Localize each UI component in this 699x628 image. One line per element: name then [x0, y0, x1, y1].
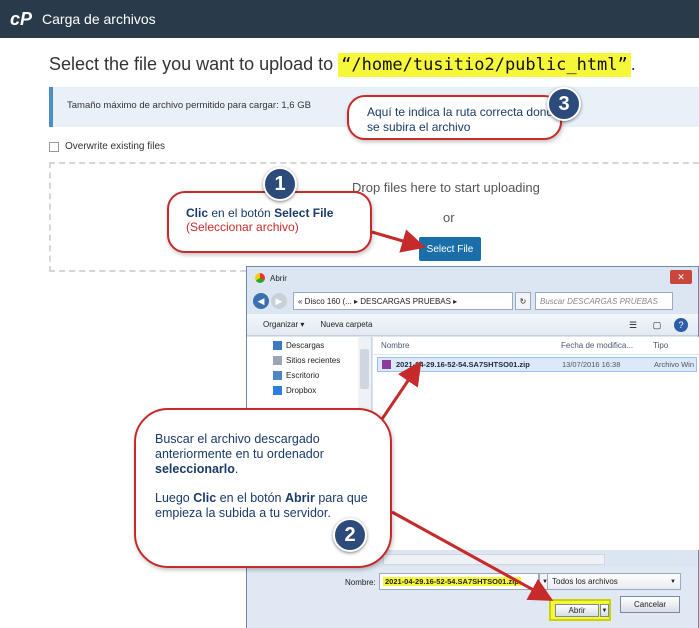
scroll-thumb[interactable] — [360, 349, 369, 389]
nav-item-descargas[interactable]: Descargas — [273, 341, 324, 350]
dialog-title: Abrir — [270, 273, 287, 283]
search-input[interactable]: Buscar DESCARGAS PRUEBAS — [535, 292, 673, 310]
file-type-filter[interactable]: Todos los archivos ▼ — [547, 573, 681, 590]
dropbox-icon — [273, 386, 282, 395]
chrome-icon — [255, 273, 265, 283]
callout-3-text: Aquí te indica la ruta correcta donde se… — [367, 105, 560, 134]
address-row: ◀ ▶ « Disco 160 (... ▸ DESCARGAS PRUEBAS… — [253, 291, 693, 311]
page-title: Carga de archivos — [42, 11, 156, 27]
file-name: 2021-04-29.16-52-54.SA7SHTSO01.zip — [396, 360, 530, 369]
cancel-button[interactable]: Cancelar — [620, 596, 680, 613]
winzip-file-icon — [382, 360, 391, 369]
column-headers: Nombre Fecha de modifica... Tipo — [373, 337, 699, 355]
step-3-badge: 3 — [547, 87, 581, 121]
page: cP Carga de archivos Select the file you… — [0, 0, 699, 628]
nav-item-label: Sitios recientes — [286, 356, 341, 365]
view-options-icon[interactable]: ☰ — [626, 318, 640, 332]
filter-value: Todos los archivos — [552, 577, 618, 586]
callout-2-p2d: Abrir — [284, 491, 315, 505]
max-size-text: Tamaño máximo de archivo permitido para … — [67, 100, 311, 111]
file-row[interactable]: 2021-04-29.16-52-54.SA7SHTSO01.zip 13/07… — [377, 357, 697, 372]
callout-1-sub: (Seleccionar archivo) — [186, 220, 299, 234]
column-type[interactable]: Tipo — [653, 341, 668, 350]
dialog-toolbar: Organizar ▾ Nueva carpeta ☰ ▢ ? — [247, 314, 698, 336]
organize-button[interactable]: Organizar ▾ — [263, 320, 304, 329]
address-path: « Disco 160 (... ▸ DESCARGAS PRUEBAS ▸ — [298, 296, 458, 306]
callout-2-p1a: Buscar el archivo descargado anteriormen… — [155, 432, 324, 461]
callout-2-p1b: seleccionarlo — [155, 462, 235, 476]
desktop-icon — [273, 371, 282, 380]
recent-places-icon — [273, 356, 282, 365]
upload-heading: Select the file you want to upload to “/… — [49, 53, 636, 77]
step-2-badge: 2 — [333, 518, 367, 552]
or-text: or — [443, 210, 455, 225]
file-date: 13/07/2016 16:38 — [562, 360, 621, 369]
cpanel-logo: cP — [10, 8, 33, 29]
callout-2-p2a: Luego — [155, 491, 194, 505]
view-controls: ☰ ▢ ? — [626, 318, 688, 332]
overwrite-label: Overwrite existing files — [65, 141, 166, 152]
overwrite-option[interactable]: Overwrite existing files — [49, 141, 165, 152]
address-bar[interactable]: « Disco 160 (... ▸ DESCARGAS PRUEBAS ▸ — [293, 292, 513, 310]
callout-2-p2b: Clic — [193, 491, 217, 505]
close-icon[interactable]: ✕ — [670, 270, 692, 284]
chevron-down-icon: ▼ — [670, 578, 676, 585]
forward-icon[interactable]: ▶ — [271, 293, 287, 309]
open-options-arrow[interactable]: ▼ — [600, 604, 609, 617]
search-placeholder: Buscar DESCARGAS PRUEBAS — [540, 296, 658, 306]
callout-path-info: Aquí te indica la ruta correcta donde se… — [347, 95, 562, 140]
callout-1-mid: en el botón — [208, 206, 275, 220]
nav-item-label: Descargas — [286, 341, 325, 350]
new-folder-button[interactable]: Nueva carpeta — [320, 320, 372, 329]
column-name[interactable]: Nombre — [381, 341, 409, 350]
preview-pane-icon[interactable]: ▢ — [650, 318, 664, 332]
callout-select-file: Clic en el botón Select File (Selecciona… — [167, 191, 372, 253]
nav-item-sitios-recientes[interactable]: Sitios recientes — [273, 356, 340, 365]
column-date[interactable]: Fecha de modifica... — [561, 341, 633, 350]
callout-1-clic: Clic — [186, 206, 209, 220]
help-icon[interactable]: ? — [674, 318, 688, 332]
heading-suffix: . — [630, 54, 636, 74]
drop-zone[interactable] — [49, 162, 699, 272]
file-type: Archivo WinZip — [654, 360, 694, 369]
dialog-footer: Nombre: 2021-04-29.16-52-54.SA7SHTSO01.z… — [247, 567, 698, 628]
download-folder-icon — [273, 341, 282, 350]
drop-text: Drop files here to start uploading — [352, 180, 540, 195]
back-icon[interactable]: ◀ — [253, 293, 269, 309]
select-file-button[interactable]: Select File — [419, 237, 481, 261]
callout-2-p1c: . — [234, 462, 239, 476]
nav-item-label: Dropbox — [286, 386, 317, 395]
nav-item-escritorio[interactable]: Escritorio — [273, 371, 319, 380]
file-name-value: 2021-04-29.16-52-54.SA7SHTSO01.zip — [383, 577, 521, 586]
nav-item-dropbox[interactable]: Dropbox — [273, 386, 316, 395]
step-1-badge: 1 — [263, 167, 297, 201]
heading-prefix: Select the file you want to upload to — [49, 54, 339, 74]
file-list: Nombre Fecha de modifica... Tipo 2021-04… — [373, 337, 699, 550]
top-bar: cP Carga de archivos — [0, 0, 699, 38]
file-hscrollbar[interactable] — [383, 554, 605, 565]
refresh-icon[interactable]: ↻ — [515, 292, 531, 310]
callout-2-p2c: en el botón — [216, 491, 285, 505]
upload-path: “/home/tusitio2/public_html” — [338, 53, 631, 77]
nav-item-label: Escritorio — [286, 371, 320, 380]
open-button-highlight: Abrir ▼ — [549, 599, 611, 621]
open-button[interactable]: Abrir — [555, 604, 599, 617]
dialog-titlebar: Abrir — [247, 267, 698, 289]
file-name-field[interactable]: 2021-04-29.16-52-54.SA7SHTSO01.zip — [379, 573, 539, 590]
callout-1-btn: Select File — [274, 206, 334, 220]
file-name-label: Nombre: — [345, 578, 376, 587]
overwrite-checkbox[interactable] — [49, 141, 59, 152]
